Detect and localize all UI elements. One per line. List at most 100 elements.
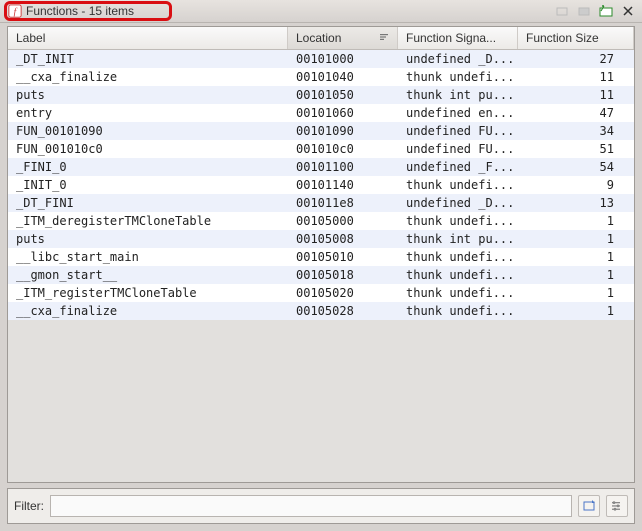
cell-location: 00101050 xyxy=(288,88,398,102)
cell-sig: thunk undefi... xyxy=(398,286,518,300)
cell-size: 27 xyxy=(518,52,634,66)
titlebar-actions xyxy=(552,2,638,20)
filter-input[interactable] xyxy=(50,495,572,517)
clear-filter-button[interactable] xyxy=(578,495,600,517)
cell-size: 11 xyxy=(518,88,634,102)
cell-location: 00101000 xyxy=(288,52,398,66)
cell-location: 00101090 xyxy=(288,124,398,138)
functions-window: f Functions - 15 items Label Location xyxy=(0,0,642,531)
titlebar: f Functions - 15 items xyxy=(0,0,642,23)
cell-sig: thunk undefi... xyxy=(398,178,518,192)
cell-location: 00105018 xyxy=(288,268,398,282)
cell-size: 54 xyxy=(518,160,634,174)
table-row[interactable]: puts00101050thunk int pu...11 xyxy=(8,86,634,104)
title-left: f Functions - 15 items xyxy=(4,4,138,18)
cell-label: puts xyxy=(8,232,288,246)
cell-label: __cxa_finalize xyxy=(8,70,288,84)
cell-label: puts xyxy=(8,88,288,102)
cell-location: 00101140 xyxy=(288,178,398,192)
cell-sig: undefined FU... xyxy=(398,142,518,156)
table-row[interactable]: _ITM_registerTMCloneTable00105020thunk u… xyxy=(8,284,634,302)
cell-sig: thunk undefi... xyxy=(398,214,518,228)
col-header-size[interactable]: Function Size xyxy=(518,27,634,49)
cell-label: __gmon_start__ xyxy=(8,268,288,282)
filter-label: Filter: xyxy=(14,499,44,513)
cell-label: __cxa_finalize xyxy=(8,304,288,318)
cell-size: 1 xyxy=(518,214,634,228)
table-row[interactable]: _FINI_000101100undefined _F...54 xyxy=(8,158,634,176)
cell-label: _FINI_0 xyxy=(8,160,288,174)
cell-label: __libc_start_main xyxy=(8,250,288,264)
cell-sig: undefined _D... xyxy=(398,52,518,66)
cell-size: 13 xyxy=(518,196,634,210)
col-header-signature[interactable]: Function Signa... xyxy=(398,27,518,49)
cell-label: _DT_FINI xyxy=(8,196,288,210)
cell-sig: undefined FU... xyxy=(398,124,518,138)
cell-size: 1 xyxy=(518,268,634,282)
cell-size: 11 xyxy=(518,70,634,84)
cell-size: 1 xyxy=(518,286,634,300)
table-row[interactable]: _ITM_deregisterTMCloneTable00105000thunk… xyxy=(8,212,634,230)
cell-size: 51 xyxy=(518,142,634,156)
cell-label: _ITM_deregisterTMCloneTable xyxy=(8,214,288,228)
cell-location: 00101100 xyxy=(288,160,398,174)
col-header-size-text: Function Size xyxy=(526,31,599,45)
cell-label: _ITM_registerTMCloneTable xyxy=(8,286,288,300)
sort-indicator-icon xyxy=(379,31,389,45)
col-header-label[interactable]: Label xyxy=(8,27,288,49)
cell-size: 1 xyxy=(518,304,634,318)
cell-sig: thunk undefi... xyxy=(398,70,518,84)
window-title: Functions - 15 items xyxy=(26,4,134,18)
table-row[interactable]: _INIT_000101140thunk undefi...9 xyxy=(8,176,634,194)
cell-label: FUN_001010c0 xyxy=(8,142,288,156)
table-row[interactable]: __libc_start_main00105010thunk undefi...… xyxy=(8,248,634,266)
toolbar-button-1[interactable] xyxy=(552,2,572,20)
table-panel: Label Location Function Signa... Functio… xyxy=(7,26,635,483)
cell-size: 47 xyxy=(518,106,634,120)
filter-bar: Filter: xyxy=(7,488,635,524)
col-header-location[interactable]: Location xyxy=(288,27,398,49)
cell-location: 00105028 xyxy=(288,304,398,318)
cell-label: _DT_INIT xyxy=(8,52,288,66)
cell-size: 9 xyxy=(518,178,634,192)
table-row[interactable]: __cxa_finalize00105028thunk undefi...1 xyxy=(8,302,634,320)
snapshot-button[interactable] xyxy=(596,2,616,20)
table-row[interactable]: __cxa_finalize00101040thunk undefi...11 xyxy=(8,68,634,86)
table-row[interactable]: puts00105008thunk int pu...1 xyxy=(8,230,634,248)
cell-sig: thunk undefi... xyxy=(398,250,518,264)
cell-label: FUN_00101090 xyxy=(8,124,288,138)
cell-sig: undefined _D... xyxy=(398,196,518,210)
table-empty-area xyxy=(8,320,634,482)
table-header: Label Location Function Signa... Functio… xyxy=(8,27,634,50)
col-header-label-text: Label xyxy=(16,31,45,45)
cell-label: _INIT_0 xyxy=(8,178,288,192)
cell-location: 001010c0 xyxy=(288,142,398,156)
close-button[interactable] xyxy=(618,2,638,20)
cell-sig: undefined en... xyxy=(398,106,518,120)
table-row[interactable]: FUN_001010c0001010c0undefined FU...51 xyxy=(8,140,634,158)
cell-location: 00105010 xyxy=(288,250,398,264)
col-header-location-text: Location xyxy=(296,31,341,45)
table-row[interactable]: __gmon_start__00105018thunk undefi...1 xyxy=(8,266,634,284)
cell-location: 00105008 xyxy=(288,232,398,246)
cell-sig: thunk int pu... xyxy=(398,88,518,102)
table-body: _DT_INIT00101000undefined _D...27__cxa_f… xyxy=(8,50,634,482)
cell-sig: thunk int pu... xyxy=(398,232,518,246)
table-row[interactable]: FUN_0010109000101090undefined FU...34 xyxy=(8,122,634,140)
cell-location: 00105000 xyxy=(288,214,398,228)
cell-location: 001011e8 xyxy=(288,196,398,210)
cell-size: 1 xyxy=(518,232,634,246)
table-row[interactable]: _DT_FINI001011e8undefined _D...13 xyxy=(8,194,634,212)
cell-label: entry xyxy=(8,106,288,120)
toolbar-button-2[interactable] xyxy=(574,2,594,20)
cell-location: 00101060 xyxy=(288,106,398,120)
filter-settings-button[interactable] xyxy=(606,495,628,517)
table-row[interactable]: entry00101060undefined en...47 xyxy=(8,104,634,122)
cell-sig: undefined _F... xyxy=(398,160,518,174)
cell-size: 34 xyxy=(518,124,634,138)
cell-size: 1 xyxy=(518,250,634,264)
table-row[interactable]: _DT_INIT00101000undefined _D...27 xyxy=(8,50,634,68)
cell-location: 00101040 xyxy=(288,70,398,84)
col-header-signature-text: Function Signa... xyxy=(406,31,496,45)
cell-sig: thunk undefi... xyxy=(398,304,518,318)
